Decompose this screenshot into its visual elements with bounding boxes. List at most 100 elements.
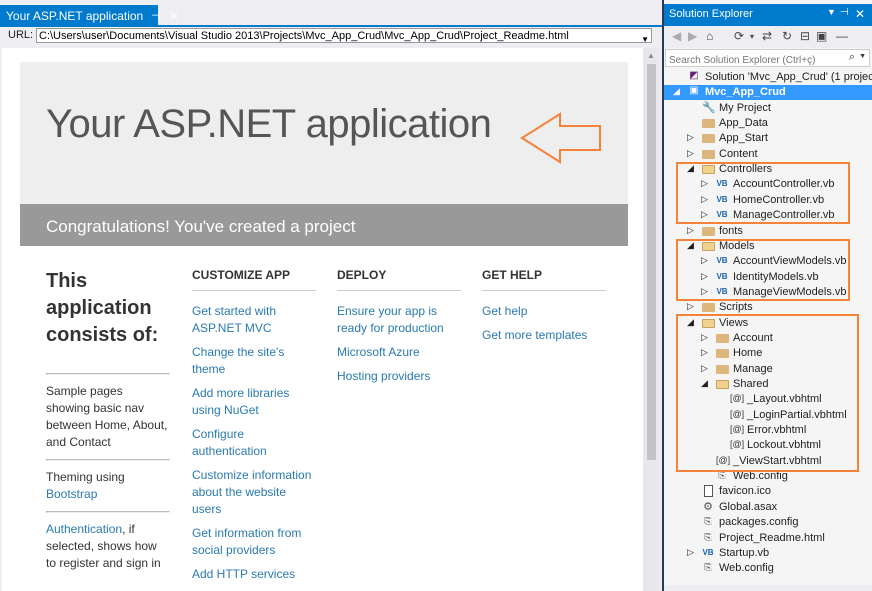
tree-item-label: favicon.ico	[719, 485, 771, 497]
collapsed-arrow-icon[interactable]: ▷	[701, 286, 708, 297]
collapsed-arrow-icon[interactable]: ▷	[701, 255, 708, 266]
column-link[interactable]: Customize information about the website …	[192, 467, 316, 518]
close-icon[interactable]: ✕	[855, 7, 865, 21]
authentication-link[interactable]: Authentication	[46, 522, 122, 536]
tree-item-label: Manage	[733, 363, 773, 375]
column-link[interactable]: Get more templates	[482, 327, 606, 344]
tree-item[interactable]: ▷ Scripts	[664, 300, 872, 315]
collapse-all-icon[interactable]: ⊟	[800, 29, 810, 43]
column-link[interactable]: Configure authentication	[192, 426, 316, 460]
tree-item[interactable]: ▷ VB HomeController.vb	[664, 193, 872, 208]
url-input[interactable]: C:\Users\user\Documents\Visual Studio 20…	[36, 28, 652, 43]
tree-item[interactable]: ▷ VB ManageController.vb	[664, 208, 872, 223]
chevron-down-icon[interactable]: ▼	[859, 53, 866, 60]
collapsed-arrow-icon[interactable]: ▷	[687, 148, 694, 159]
collapsed-arrow-icon[interactable]: ▷	[687, 225, 694, 236]
forward-icon[interactable]: ▶	[688, 29, 697, 43]
tree-item[interactable]: ▷ VB IdentityModels.vb	[664, 270, 872, 285]
tree-item[interactable]: 🔧 My Project	[664, 101, 872, 116]
collapsed-arrow-icon[interactable]: ▷	[701, 271, 708, 282]
close-icon[interactable]: ✕	[169, 9, 179, 23]
tree-item[interactable]: [@] Lockout.vbhtml	[664, 438, 872, 453]
tree-item-label: Mvc_App_Crud	[705, 86, 786, 98]
tree-item[interactable]: ⎘ Project_Readme.html	[664, 531, 872, 546]
vertical-scrollbar[interactable]: ▲	[643, 48, 660, 591]
expanded-arrow-icon[interactable]: ◢	[687, 163, 694, 174]
tree-item[interactable]: favicon.ico	[664, 484, 872, 499]
column-link[interactable]: Get information from social providers	[192, 525, 316, 559]
collapsed-arrow-icon[interactable]: ▷	[701, 332, 708, 343]
tree-item[interactable]: ⎘ Web.config	[664, 469, 872, 484]
tree-item[interactable]: ◢ Views	[664, 316, 872, 331]
chevron-down-icon[interactable]: ▼	[641, 32, 649, 42]
column-link[interactable]: Ensure your app is ready for production	[337, 303, 461, 337]
tree-item-label: Startup.vb	[719, 547, 770, 559]
collapsed-arrow-icon[interactable]: ▷	[687, 547, 694, 558]
tree-item[interactable]: ⎘ Web.config	[664, 561, 872, 576]
web-view: Your ASP.NET application Congratulations…	[2, 48, 643, 591]
collapsed-arrow-icon[interactable]: ▷	[701, 363, 708, 374]
tree-item[interactable]: [@] _ViewStart.vbhtml	[664, 454, 872, 469]
properties-icon[interactable]: —	[836, 29, 848, 43]
collapsed-arrow-icon[interactable]: ▷	[701, 347, 708, 358]
show-all-files-icon[interactable]: ▣	[816, 29, 827, 43]
tree-item[interactable]: App_Data	[664, 116, 872, 131]
tree-item[interactable]: ▷ VB Startup.vb	[664, 546, 872, 561]
home-icon[interactable]: ⌂	[706, 29, 713, 43]
column-link[interactable]: Microsoft Azure	[337, 344, 461, 361]
column-link[interactable]: Add more libraries using NuGet	[192, 385, 316, 419]
tree-item[interactable]: [@] _Layout.vbhtml	[664, 392, 872, 407]
column-link[interactable]: Hosting providers	[337, 368, 461, 385]
expanded-arrow-icon[interactable]: ◢	[701, 378, 708, 389]
back-icon[interactable]: ◀	[672, 29, 681, 43]
column-link[interactable]: Change the site's theme	[192, 344, 316, 378]
refresh-icon[interactable]: ↻	[782, 29, 792, 43]
expanded-arrow-icon[interactable]: ◢	[687, 240, 694, 251]
dropdown-icon[interactable]: ▼	[827, 7, 836, 17]
document-tab[interactable]: Your ASP.NET application ⊣ ✕	[0, 5, 179, 26]
tree-item[interactable]: [@] _LoginPartial.vbhtml	[664, 408, 872, 423]
column-link[interactable]: Add HTTP services	[192, 566, 316, 583]
tree-item[interactable]: ▷ Home	[664, 346, 872, 361]
sync-icon[interactable]: ⇄	[762, 29, 772, 43]
tree-item[interactable]: ▷ VB ManageViewModels.vb	[664, 285, 872, 300]
collapsed-arrow-icon[interactable]: ▷	[687, 132, 694, 143]
pin-icon[interactable]: ⊣	[840, 7, 849, 18]
search-icon[interactable]: ⌕	[849, 51, 855, 64]
search-input[interactable]	[669, 53, 849, 68]
tree-item[interactable]: ⚙ Global.asax	[664, 500, 872, 515]
tree-item[interactable]: ▷ Account	[664, 331, 872, 346]
collapsed-arrow-icon[interactable]: ▷	[701, 178, 708, 189]
expanded-arrow-icon[interactable]: ◢	[673, 86, 680, 97]
scrollbar-thumb[interactable]	[647, 64, 656, 460]
tree-item[interactable]: ▷ VB AccountViewModels.vb	[664, 254, 872, 269]
file-icon	[704, 485, 713, 497]
column-link[interactable]: Get help	[482, 303, 606, 320]
url-bar: URL: C:\Users\user\Documents\Visual Stud…	[0, 27, 662, 46]
tree-item[interactable]: ▷ fonts	[664, 224, 872, 239]
pin-icon[interactable]: ⊣	[151, 9, 161, 22]
tree-item[interactable]: ▷ VB AccountController.vb	[664, 177, 872, 192]
tree-item[interactable]: [@] Error.vbhtml	[664, 423, 872, 438]
tree-item[interactable]: ▷ Content	[664, 147, 872, 162]
scroll-up-icon[interactable]: ▲	[647, 51, 655, 60]
history-icon[interactable]: ⟳	[734, 29, 744, 43]
tree-item[interactable]: ◢ Controllers	[664, 162, 872, 177]
column-link[interactable]: Get started with ASP.NET MVC	[192, 303, 316, 337]
vb-file-icon: VB	[716, 287, 728, 296]
collapsed-arrow-icon[interactable]: ▷	[701, 209, 708, 220]
collapsed-arrow-icon[interactable]: ▷	[687, 301, 694, 312]
tree-item[interactable]: ◩ Solution 'Mvc_App_Crud' (1 project)	[664, 70, 872, 85]
tree-item[interactable]: ◢ Shared	[664, 377, 872, 392]
document-pane: Your ASP.NET application ⊣ ✕ URL: C:\Use…	[0, 0, 662, 591]
tree-item[interactable]: ◢ Models	[664, 239, 872, 254]
tree-item[interactable]: ▷ App_Start	[664, 131, 872, 146]
collapsed-arrow-icon[interactable]: ▷	[701, 194, 708, 205]
tree-item[interactable]: ⎘ packages.config	[664, 515, 872, 530]
bootstrap-link[interactable]: Bootstrap	[46, 487, 97, 501]
chevron-down-icon[interactable]: ▾	[750, 32, 754, 41]
tree-item[interactable]: ◢ ▣ Mvc_App_Crud	[664, 85, 872, 100]
solution-explorer-search[interactable]: ⌕ ▼	[665, 49, 870, 68]
expanded-arrow-icon[interactable]: ◢	[687, 317, 694, 328]
tree-item[interactable]: ▷ Manage	[664, 362, 872, 377]
